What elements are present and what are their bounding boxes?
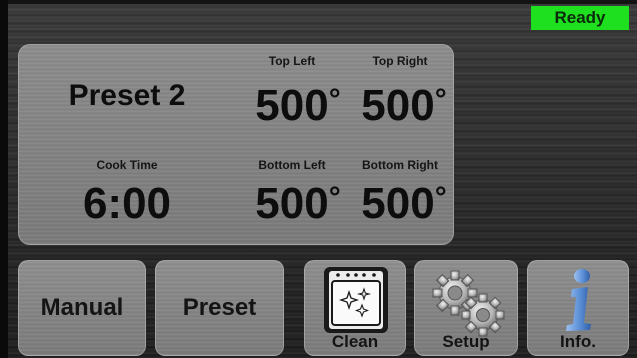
info-button[interactable]: Info. bbox=[527, 260, 629, 356]
bottom-right-label: Bottom Right bbox=[362, 158, 438, 172]
setup-button[interactable]: Setup bbox=[414, 260, 518, 356]
manual-button[interactable]: Manual bbox=[18, 260, 146, 356]
cooking-info-panel: Preset 2 Cook Time 6:00 Top Left 500° To… bbox=[18, 44, 454, 245]
oven-control-screen: Ready Preset 2 Cook Time 6:00 Top Left 5… bbox=[0, 0, 637, 358]
top-left-temp: 500° bbox=[255, 81, 341, 130]
top-right-temp: 500° bbox=[361, 81, 447, 130]
clean-button-label: Clean bbox=[331, 332, 379, 351]
bottom-left-label: Bottom Left bbox=[258, 158, 326, 172]
top-left-label: Top Left bbox=[268, 54, 316, 68]
frame-top bbox=[0, 0, 637, 4]
cook-time-value: 6:00 bbox=[82, 179, 172, 228]
info-icon bbox=[566, 269, 591, 331]
info-button-label: Info. bbox=[560, 332, 596, 351]
preset-button-label: Preset bbox=[182, 294, 257, 321]
frame-edge bbox=[0, 0, 8, 358]
status-badge: Ready bbox=[531, 6, 629, 30]
bottom-right-temp: 500° bbox=[361, 179, 447, 228]
clean-button[interactable]: Clean bbox=[304, 260, 406, 356]
setup-button-label: Setup bbox=[442, 332, 490, 351]
gears-icon bbox=[432, 270, 505, 337]
preset-button[interactable]: Preset bbox=[155, 260, 284, 356]
bottom-left-temp: 500° bbox=[255, 179, 341, 228]
cook-time-label: Cook Time bbox=[96, 158, 158, 172]
manual-button-label: Manual bbox=[40, 294, 124, 321]
oven-clean-icon bbox=[324, 267, 388, 333]
top-right-label: Top Right bbox=[372, 54, 428, 68]
preset-name: Preset 2 bbox=[68, 79, 186, 112]
